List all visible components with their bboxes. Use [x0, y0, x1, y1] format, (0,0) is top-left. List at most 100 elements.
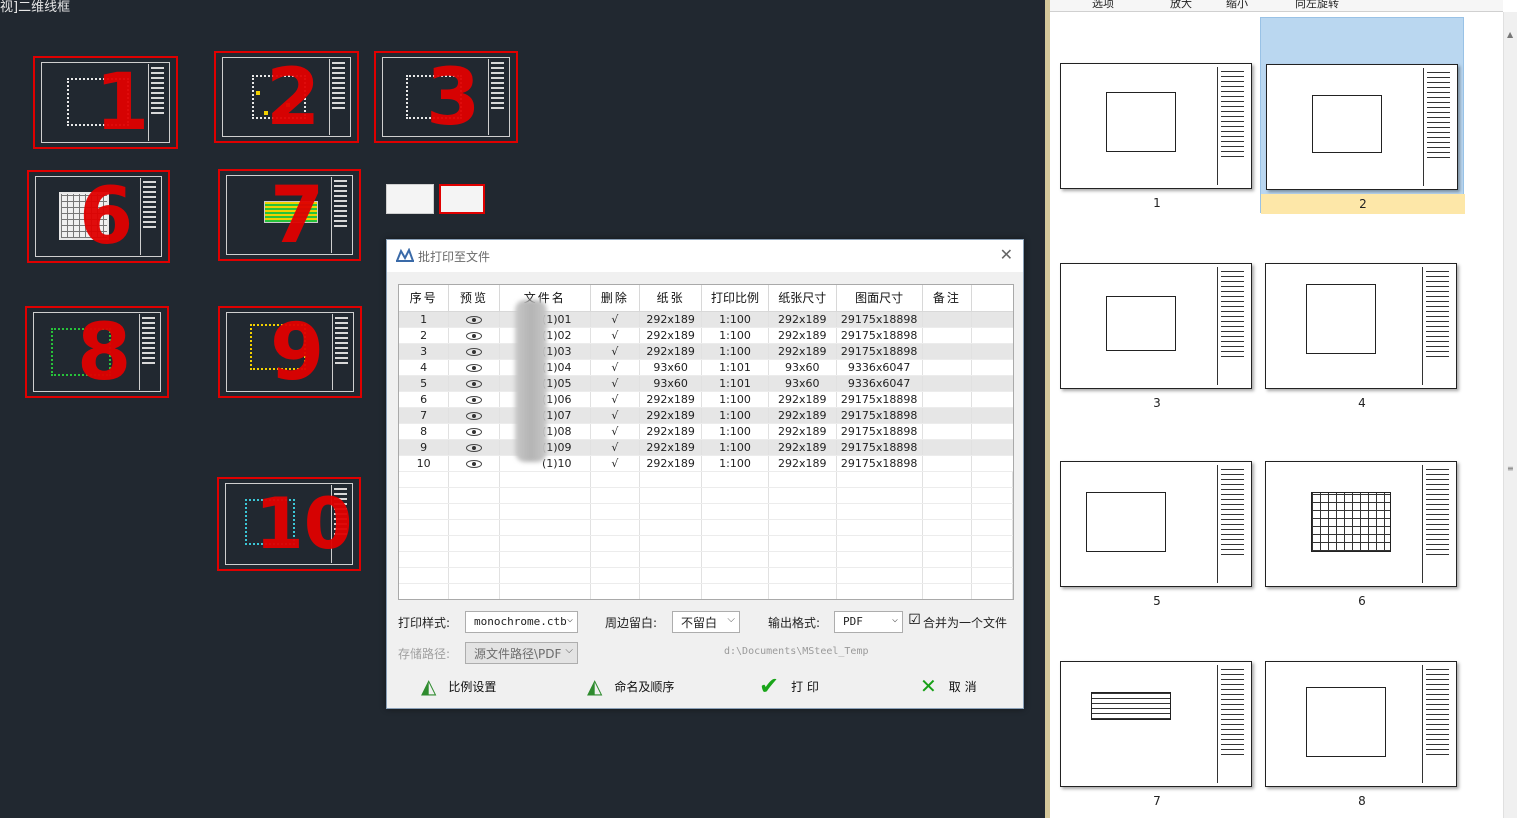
table-row[interactable]: 6 (1)06 √ 292x189 1:100 292x189 29175x18898 — [399, 391, 1013, 408]
cell-paper-size: 93x60 — [768, 375, 837, 392]
cell-del[interactable]: √ — [590, 391, 641, 408]
toolbar-zoom-in[interactable]: 放大 — [1170, 0, 1192, 11]
cell-del[interactable]: √ — [590, 407, 641, 424]
cell-empty — [399, 503, 450, 520]
table-row[interactable]: 7 (1)07 √ 292x189 1:100 292x189 29175x18898 — [399, 407, 1013, 424]
cell-del[interactable]: √ — [590, 327, 641, 344]
eye-icon[interactable] — [466, 427, 483, 436]
eye-icon[interactable] — [466, 395, 483, 404]
eye-icon[interactable] — [466, 347, 483, 356]
cell-del[interactable]: √ — [590, 311, 641, 328]
column-header[interactable]: 备注 — [922, 285, 973, 312]
cell-no: 10 — [399, 455, 450, 472]
column-header[interactable]: 删除 — [590, 285, 641, 312]
batch-print-dialog[interactable]: 批打印至文件 ✕ 序号 预览 文件名 删除 纸张 打印比例 纸张尺寸 图面尺寸 … — [386, 239, 1024, 709]
preview-eye-icon[interactable] — [448, 439, 500, 456]
column-header[interactable]: 预览 — [448, 285, 500, 312]
toolbar-zoom-out[interactable]: 缩小 — [1226, 0, 1248, 11]
sheet-frame[interactable]: 1 — [33, 56, 178, 149]
cell-del[interactable]: √ — [590, 455, 641, 472]
cell-del[interactable]: √ — [590, 375, 641, 392]
small-sheet[interactable] — [439, 184, 485, 214]
page-thumbnail[interactable]: 2 — [1260, 17, 1465, 214]
page-thumbnail[interactable]: 5 — [1055, 415, 1259, 611]
page-thumbnail[interactable]: 7 — [1055, 615, 1259, 811]
cell-del[interactable]: √ — [590, 439, 641, 456]
close-icon[interactable]: ✕ — [1000, 245, 1013, 264]
eye-icon[interactable] — [466, 379, 483, 388]
print-button[interactable]: ✔ 打 印 — [759, 672, 819, 700]
table-row[interactable]: 8 (1)08 √ 292x189 1:100 292x189 29175x18898 — [399, 423, 1013, 440]
scale-settings-button[interactable]: ◭ 比例设置 — [421, 673, 496, 699]
print-preview-panel[interactable]: 选项 放大 缩小 向左旋转 1 2 3 4 5 6 7 8 ▲ ≡ — [1045, 0, 1517, 818]
cancel-label: 取 消 — [948, 679, 977, 694]
sheet-frame[interactable]: 3 — [374, 51, 518, 143]
toolbar-options[interactable]: 选项 — [1092, 0, 1114, 11]
preview-eye-icon[interactable] — [448, 391, 500, 408]
preview-eye-icon[interactable] — [448, 359, 500, 376]
column-header[interactable]: 打印比例 — [701, 285, 769, 312]
sheet-frame[interactable]: 2 — [214, 51, 359, 143]
cad-drawing-area[interactable]: 视]二维线框 1 2 3 6 7 8 9 10 批打印至文件 ✕ 序号 预览 文… — [0, 0, 1045, 818]
cell-empty — [971, 551, 1013, 568]
page-thumbnail[interactable]: 8 — [1260, 615, 1464, 811]
page-thumbnail[interactable]: 1 — [1055, 17, 1259, 213]
cell-empty — [448, 535, 500, 552]
sheet-frame[interactable]: 10 — [217, 477, 361, 571]
page-thumbnail[interactable]: 3 — [1055, 217, 1259, 413]
cell-del[interactable]: √ — [590, 359, 641, 376]
eye-icon[interactable] — [466, 363, 483, 372]
naming-order-button[interactable]: ◭ 命名及顺序 — [587, 673, 674, 699]
preview-eye-icon[interactable] — [448, 327, 500, 344]
sheet-frame[interactable]: 8 — [25, 306, 169, 398]
table-row[interactable]: 10 (1)10 √ 292x189 1:100 292x189 29175x18898 — [399, 455, 1013, 472]
cell-del[interactable]: √ — [590, 343, 641, 360]
column-header[interactable]: 图面尺寸 — [836, 285, 923, 312]
table-row[interactable]: 3 (1)03 √ 292x189 1:100 292x189 29175x18898 — [399, 343, 1013, 360]
dialog-title-bar[interactable]: 批打印至文件 ✕ — [387, 240, 1023, 272]
file-list-table[interactable]: 序号 预览 文件名 删除 纸张 打印比例 纸张尺寸 图面尺寸 备注 1(1)0 — [398, 284, 1014, 600]
eye-icon[interactable] — [466, 443, 483, 452]
cell-drawing-size: 29175x18898 — [836, 311, 923, 328]
table-row[interactable]: 9 (1)09 √ 292x189 1:100 292x189 29175x18898 — [399, 439, 1013, 456]
column-header[interactable]: 纸张尺寸 — [768, 285, 837, 312]
eye-icon[interactable] — [466, 331, 483, 340]
eye-icon[interactable] — [466, 411, 483, 420]
column-header[interactable]: 序号 — [399, 285, 450, 312]
preview-eye-icon[interactable] — [448, 311, 500, 328]
margin-select[interactable]: 不留白 ⌵ — [672, 611, 740, 633]
merge-checkbox[interactable]: ☑ — [908, 613, 921, 628]
eye-icon[interactable] — [466, 459, 483, 468]
sheet-frame[interactable]: 6 — [27, 170, 170, 263]
sheet-frame[interactable]: 7 — [218, 169, 361, 261]
scroll-grip-icon[interactable]: ≡ — [1507, 464, 1514, 473]
page-thumbnail[interactable]: 6 — [1260, 415, 1464, 611]
page-thumbnail[interactable]: 4 — [1260, 217, 1464, 413]
save-path-select[interactable]: 源文件路径\PDF ⌵ — [465, 642, 578, 664]
cell-del[interactable]: √ — [590, 423, 641, 440]
preview-toolbar[interactable]: 选项 放大 缩小 向左旋转 — [1050, 0, 1503, 12]
sheet-frame[interactable]: 9 — [218, 306, 362, 398]
viewport-label[interactable]: 视]二维线框 — [0, 0, 70, 16]
preview-eye-icon[interactable] — [448, 343, 500, 360]
cell-empty — [590, 503, 641, 520]
cancel-button[interactable]: ✕ 取 消 — [920, 673, 977, 699]
merge-label[interactable]: 合并为一个文件 — [923, 614, 1007, 631]
preview-eye-icon[interactable] — [448, 423, 500, 440]
toolbar-rotate-left[interactable]: 向左旋转 — [1295, 0, 1339, 11]
column-header[interactable]: 纸张 — [639, 285, 703, 312]
table-row[interactable]: 1 (1)01 √ 292x189 1:100 292x189 29175x18898 — [399, 311, 1013, 328]
eye-icon[interactable] — [466, 315, 483, 324]
table-row[interactable]: 4 (1)04 √ 93x60 1:101 93x60 9336x6047 — [399, 359, 1013, 376]
output-format-select[interactable]: PDF ⌵ — [834, 611, 903, 633]
scroll-up-icon[interactable]: ▲ — [1507, 30, 1513, 39]
table-row[interactable]: 2 (1)02 √ 292x189 1:100 292x189 29175x18898 — [399, 327, 1013, 344]
vertical-scrollbar[interactable]: ▲ ≡ — [1503, 12, 1517, 818]
cell-empty — [768, 503, 837, 520]
small-sheet[interactable] — [386, 184, 434, 214]
preview-eye-icon[interactable] — [448, 407, 500, 424]
print-style-select[interactable]: monochrome.ctb ⌵ — [465, 611, 578, 633]
table-row[interactable]: 5 (1)05 √ 93x60 1:101 93x60 9336x6047 — [399, 375, 1013, 392]
preview-eye-icon[interactable] — [448, 375, 500, 392]
preview-eye-icon[interactable] — [448, 455, 500, 472]
